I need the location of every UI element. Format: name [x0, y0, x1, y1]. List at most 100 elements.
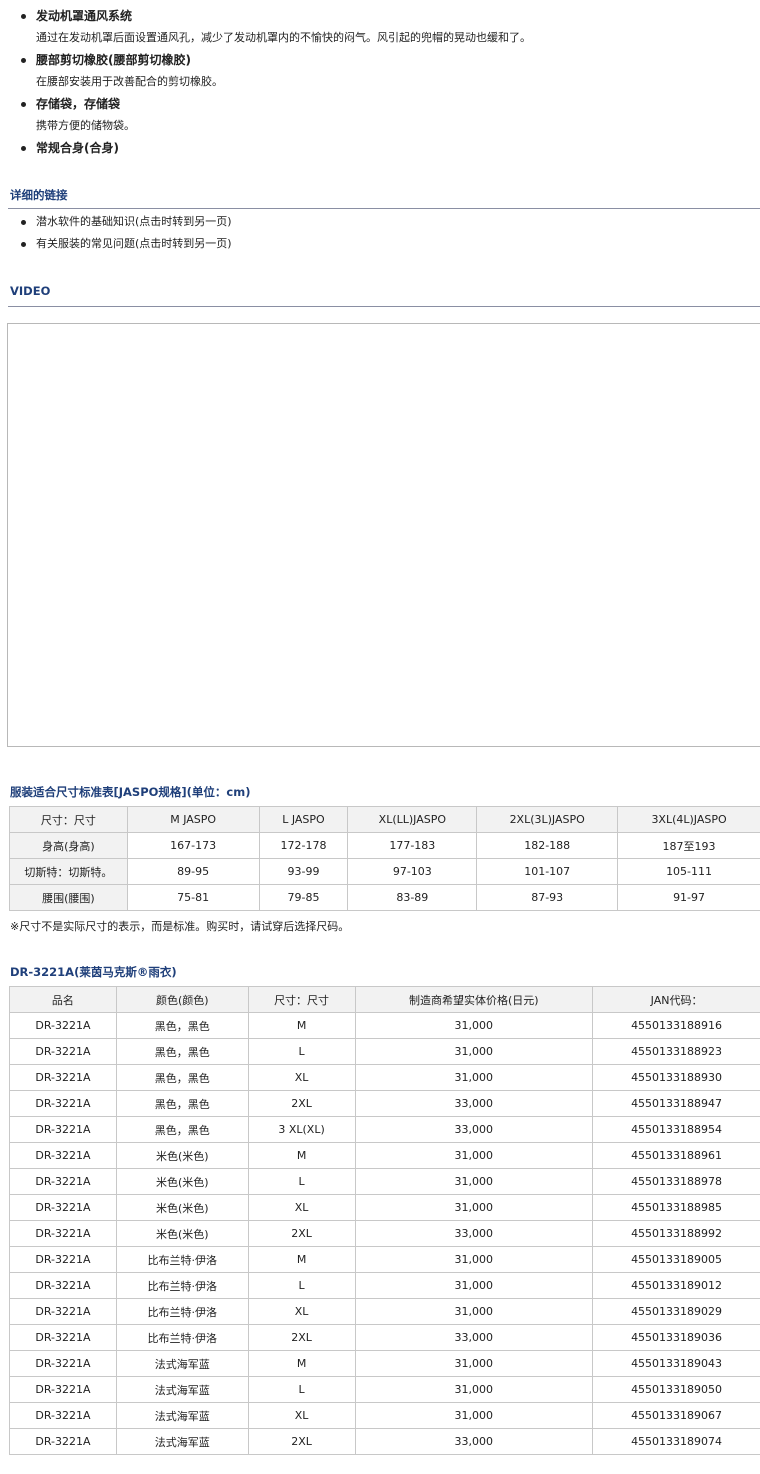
color-cell: 黑色，黑色 — [115, 1064, 249, 1091]
table-row: DR-3221A 法式海军蓝 XL 31,000 4550133189067 — [9, 1402, 760, 1429]
table-row: DR-3221A 黑色，黑色 3 XL(XL) 33,000 4550133188954 — [9, 1116, 760, 1143]
table-cell: 87-93 — [476, 884, 619, 911]
table-cell: 172-178 — [258, 832, 349, 859]
jan-code-cell: 4550133189012 — [592, 1272, 760, 1299]
jan-code-cell: 4550133189036 — [592, 1324, 760, 1351]
color-cell: 比布兰特·伊洛 — [115, 1324, 249, 1351]
price-cell: 33,000 — [354, 1116, 594, 1143]
product-name-cell: DR-3221A — [9, 1376, 117, 1403]
price-cell: 31,000 — [354, 1246, 594, 1273]
feature-desc: 在腰部安装用于改善配合的剪切橡胶。 — [36, 75, 223, 88]
table-row: DR-3221A 米色(米色) XL 31,000 4550133188985 — [9, 1194, 760, 1221]
table-row: DR-3221A 黑色，黑色 L 31,000 4550133188923 — [9, 1038, 760, 1065]
price-cell: 31,000 — [354, 1142, 594, 1169]
link-item-diving-basics[interactable]: 潜水软件的基础知识(点击时转到另一页) — [0, 211, 760, 233]
column-header: 2XL(3L)JASPO — [476, 806, 619, 833]
size-cell: XL — [247, 1298, 356, 1325]
color-cell: 米色(米色) — [115, 1220, 249, 1247]
table-cell: 75-81 — [126, 884, 260, 911]
color-cell: 米色(米色) — [115, 1142, 249, 1169]
column-header: L JASPO — [258, 806, 349, 833]
size-cell: L — [247, 1272, 356, 1299]
size-cell: XL — [247, 1064, 356, 1091]
price-cell: 31,000 — [354, 1298, 594, 1325]
row-header: 腰围(腰围) — [9, 884, 128, 911]
size-cell: L — [247, 1038, 356, 1065]
links-divider — [8, 208, 760, 209]
table-row: DR-3221A 黑色，黑色 2XL 33,000 4550133188947 — [9, 1090, 760, 1117]
column-header: 品名 — [9, 986, 117, 1013]
feature-title: 存储袋，存储袋 — [36, 97, 121, 111]
column-header: 尺寸：尺寸 — [9, 806, 128, 833]
table-row: DR-3221A 比布兰特·伊洛 2XL 33,000 4550133189036 — [9, 1324, 760, 1351]
link-item-apparel-faq[interactable]: 有关服装的常见问题(点击时转到另一页) — [0, 233, 760, 255]
column-header: 颜色(颜色) — [115, 986, 249, 1013]
links-list: 潜水软件的基础知识(点击时转到另一页) 有关服装的常见问题(点击时转到另一页) — [0, 211, 760, 255]
feature-desc: 携带方便的储物袋。 — [36, 119, 135, 132]
price-cell: 31,000 — [354, 1168, 594, 1195]
video-player[interactable] — [7, 323, 760, 747]
table-cell: 182-188 — [476, 832, 619, 859]
table-cell: 79-85 — [258, 884, 349, 911]
feature-title: 常规合身(合身) — [36, 141, 119, 155]
table-row: 身高(身高) 167-173 172-178 177-183 182-188 1… — [9, 832, 760, 859]
table-row: DR-3221A 米色(米色) 2XL 33,000 4550133188992 — [9, 1220, 760, 1247]
feature-title: 腰部剪切橡胶(腰部剪切橡胶) — [36, 53, 191, 67]
color-cell: 黑色，黑色 — [115, 1090, 249, 1117]
size-cell: M — [247, 1246, 356, 1273]
jan-code-cell: 4550133188978 — [592, 1168, 760, 1195]
video-heading: VIDEO — [10, 284, 51, 298]
table-row: 切斯特：切斯特。 89-95 93-99 97-103 101-107 105-… — [9, 858, 760, 885]
product-name-cell: DR-3221A — [9, 1064, 117, 1091]
product-name-cell: DR-3221A — [9, 1090, 117, 1117]
product-name-cell: DR-3221A — [9, 1350, 117, 1377]
product-name-cell: DR-3221A — [9, 1116, 117, 1143]
jan-code-cell: 4550133189043 — [592, 1350, 760, 1377]
column-header: JAN代码： — [592, 986, 760, 1013]
table-cell: 91-97 — [617, 884, 760, 911]
feature-item: 存储袋，存储袋 携带方便的储物袋。 — [0, 93, 760, 137]
links-heading: 详细的链接 — [10, 188, 68, 202]
jan-code-cell: 4550133189005 — [592, 1246, 760, 1273]
table-row: DR-3221A 米色(米色) M 31,000 4550133188961 — [9, 1142, 760, 1169]
jan-code-cell: 4550133189074 — [592, 1428, 760, 1455]
table-row: DR-3221A 比布兰特·伊洛 M 31,000 4550133189005 — [9, 1246, 760, 1273]
table-row: DR-3221A 米色(米色) L 31,000 4550133188978 — [9, 1168, 760, 1195]
size-cell: M — [247, 1142, 356, 1169]
color-cell: 法式海军蓝 — [115, 1428, 249, 1455]
product-table-header: 品名 颜色(颜色) 尺寸：尺寸 制造商希望实体价格(日元) JAN代码： — [9, 986, 760, 1013]
jan-code-cell: 4550133189050 — [592, 1376, 760, 1403]
jan-code-cell: 4550133188985 — [592, 1194, 760, 1221]
size-cell: 2XL — [247, 1324, 356, 1351]
price-cell: 31,000 — [354, 1272, 594, 1299]
product-name-cell: DR-3221A — [9, 1038, 117, 1065]
price-cell: 31,000 — [354, 1064, 594, 1091]
product-name-cell: DR-3221A — [9, 1142, 117, 1169]
price-cell: 31,000 — [354, 1038, 594, 1065]
product-name-cell: DR-3221A — [9, 1194, 117, 1221]
product-table: 品名 颜色(颜色) 尺寸：尺寸 制造商希望实体价格(日元) JAN代码： DR-… — [9, 986, 760, 1455]
size-cell: 2XL — [247, 1220, 356, 1247]
table-row: DR-3221A 黑色，黑色 XL 31,000 4550133188930 — [9, 1064, 760, 1091]
color-cell: 法式海军蓝 — [115, 1402, 249, 1429]
size-note: ※尺寸不是实际尺寸的表示，而是标准。购买时，请试穿后选择尺码。 — [10, 920, 350, 933]
color-cell: 米色(米色) — [115, 1168, 249, 1195]
column-header: XL(LL)JASPO — [347, 806, 478, 833]
feature-title: 发动机罩通风系统 — [36, 9, 133, 23]
color-cell: 法式海军蓝 — [115, 1350, 249, 1377]
size-table: 尺寸：尺寸 M JASPO L JASPO XL(LL)JASPO 2XL(3L… — [9, 806, 760, 911]
color-cell: 黑色，黑色 — [115, 1012, 249, 1039]
size-cell: 2XL — [247, 1428, 356, 1455]
product-name-cell: DR-3221A — [9, 1428, 117, 1455]
jan-code-cell: 4550133188947 — [592, 1090, 760, 1117]
feature-item: 常规合身(合身) — [0, 137, 760, 159]
table-row: DR-3221A 比布兰特·伊洛 XL 31,000 4550133189029 — [9, 1298, 760, 1325]
size-cell: M — [247, 1350, 356, 1377]
color-cell: 黑色，黑色 — [115, 1038, 249, 1065]
price-cell: 31,000 — [354, 1402, 594, 1429]
product-name-cell: DR-3221A — [9, 1324, 117, 1351]
product-name-cell: DR-3221A — [9, 1298, 117, 1325]
table-row: DR-3221A 法式海军蓝 2XL 33,000 4550133189074 — [9, 1428, 760, 1455]
color-cell: 比布兰特·伊洛 — [115, 1272, 249, 1299]
size-cell: L — [247, 1168, 356, 1195]
